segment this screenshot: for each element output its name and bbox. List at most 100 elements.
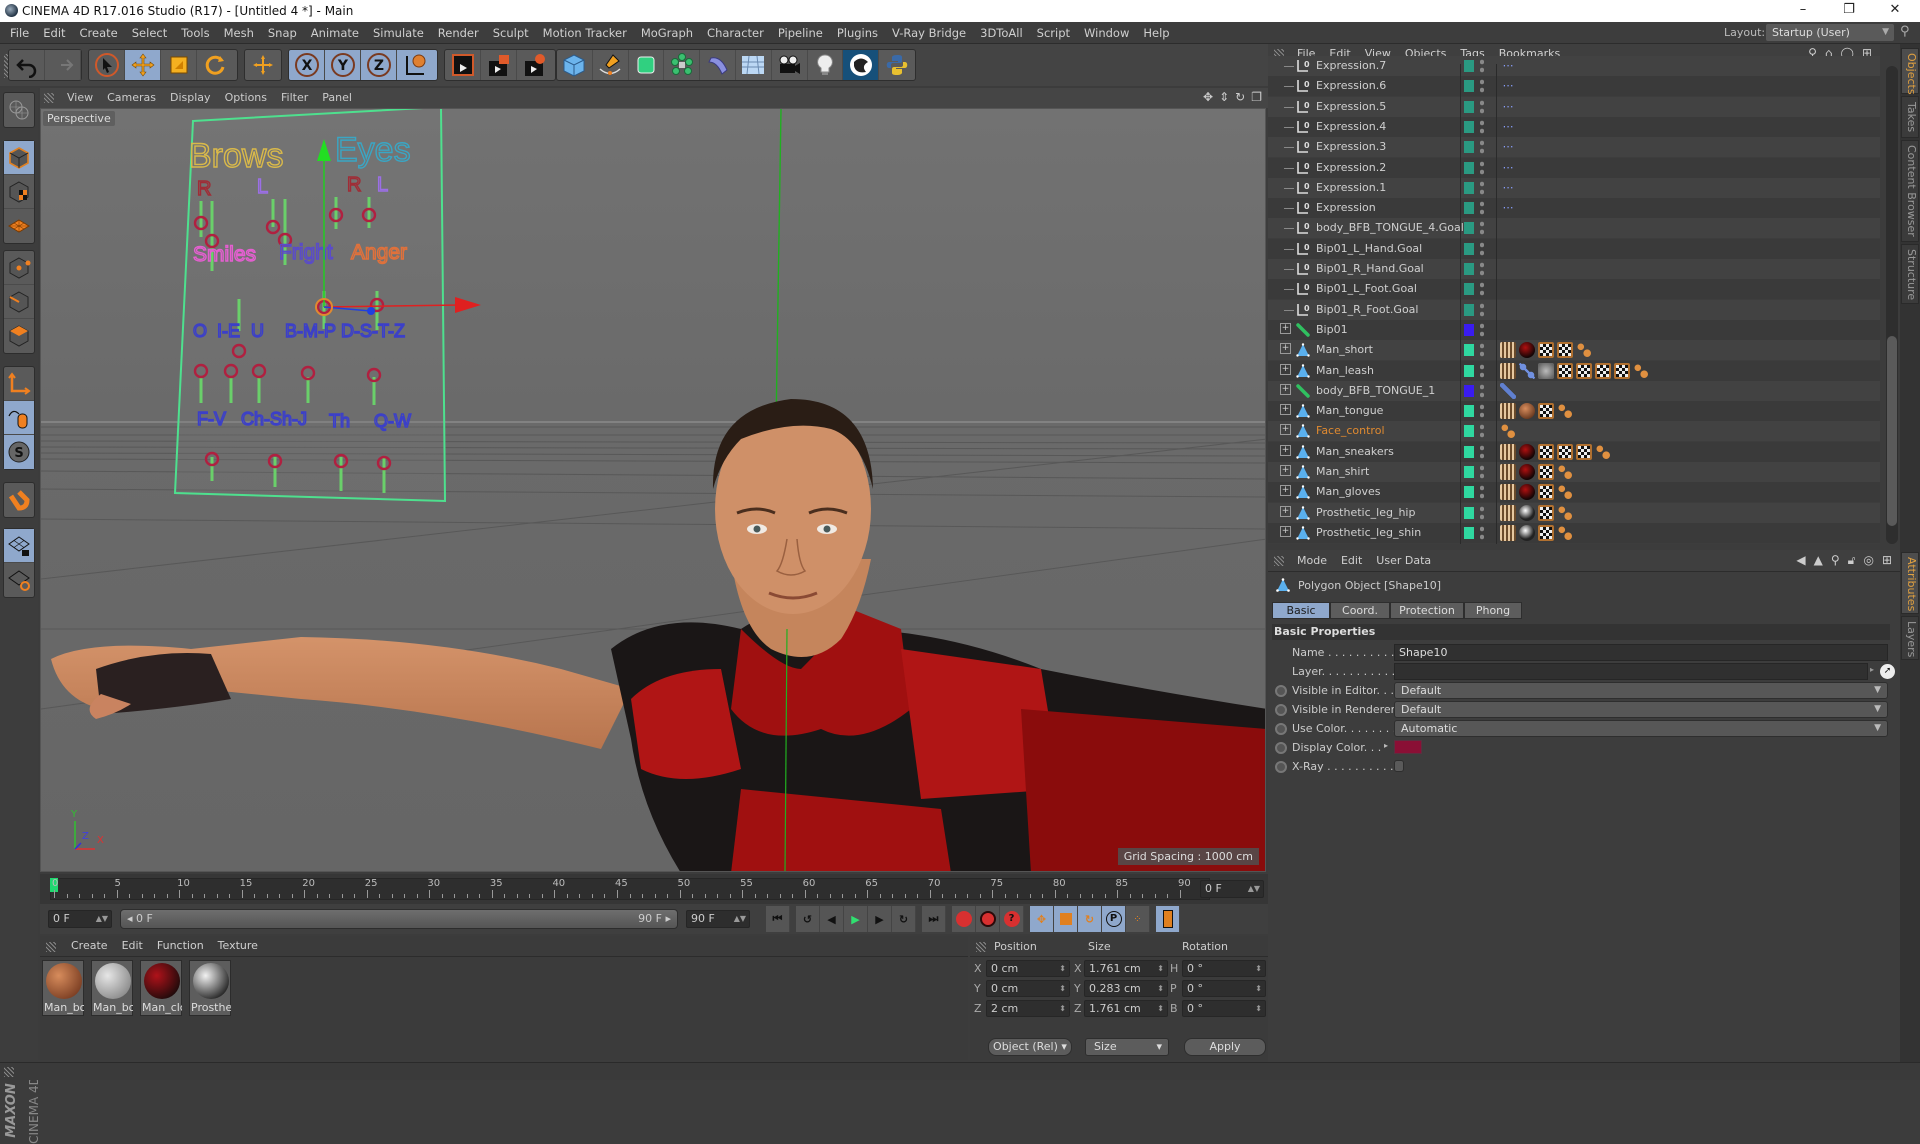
object-row[interactable]: 0 body_BFB_TONGUE_4.Goal <box>1268 218 1880 239</box>
zoom-view-icon[interactable]: ⇕ <box>1219 90 1229 104</box>
layer-color-swatch[interactable] <box>1464 384 1474 397</box>
weight-tag-icon[interactable] <box>1557 403 1573 420</box>
expand-toggle-icon[interactable]: + <box>1280 505 1291 517</box>
object-name[interactable]: Expression.3 <box>1316 140 1386 153</box>
viewport-menu-cameras[interactable]: Cameras <box>100 88 163 108</box>
search-icon[interactable]: ⚲ <box>1831 553 1840 568</box>
object-name[interactable]: body_BFB_TONGUE_4.Goal <box>1316 221 1464 234</box>
tex-tag-icon[interactable] <box>1557 342 1573 359</box>
object-row[interactable]: + Man_leash <box>1268 360 1880 381</box>
viewport-menu-filter[interactable]: Filter <box>274 88 315 108</box>
timeline-ruler[interactable]: 0 5 10 15 20 25 30 35 40 45 50 55 60 65 70 75 80 85 90 0 F… <box>40 874 1268 904</box>
visibility-toggle-icon[interactable] <box>1480 58 1484 74</box>
object-name[interactable]: body_BFB_TONGUE_1 <box>1316 384 1435 397</box>
x-axis-lock-button[interactable]: X <box>289 50 325 80</box>
visibility-toggle-icon[interactable] <box>1480 159 1484 176</box>
layer-field[interactable] <box>1394 663 1868 680</box>
record-button[interactable] <box>952 906 976 932</box>
object-name[interactable]: Man_tongue <box>1316 404 1383 417</box>
object-row[interactable]: 0 Expression.4 ⋯< <box>1268 116 1880 149</box>
xpresso-tag-icon[interactable]: ⋯< <box>1500 78 1516 108</box>
ik-tag-icon[interactable] <box>1519 362 1535 379</box>
attributes-menu-edit[interactable]: Edit <box>1334 550 1369 572</box>
tex-tag-icon[interactable] <box>1538 443 1554 460</box>
object-row[interactable]: + Man_gloves <box>1268 482 1880 503</box>
move-alt-button[interactable] <box>245 50 281 80</box>
phong-tag-icon[interactable] <box>1500 524 1516 541</box>
visibility-toggle-icon[interactable] <box>1480 382 1484 399</box>
mat-red-tag-icon[interactable] <box>1519 484 1535 501</box>
object-row[interactable]: + Man_short <box>1268 340 1880 361</box>
phong-tag-icon[interactable] <box>1500 362 1516 379</box>
menu-tools[interactable]: Tools <box>174 22 216 44</box>
layer-color-swatch[interactable] <box>1464 506 1474 519</box>
close-button[interactable]: ✕ <box>1872 0 1918 22</box>
visibility-toggle-icon[interactable] <box>1480 443 1484 460</box>
size-x-field[interactable]: 1.761 cm ⬍ <box>1084 960 1168 977</box>
visibility-toggle-icon[interactable] <box>1480 240 1484 257</box>
render-view-button[interactable] <box>445 50 481 80</box>
coordinate-mode-select[interactable]: Object (Rel) ▾ <box>988 1038 1072 1056</box>
expand-toggle-icon[interactable]: + <box>1280 424 1291 436</box>
column-divider[interactable] <box>1496 64 1497 544</box>
next-frame-button[interactable]: ▶ <box>868 906 892 932</box>
object-row[interactable]: 0 Bip01_L_Hand.Goal <box>1268 238 1880 259</box>
weight-tag-icon[interactable] <box>1595 443 1611 460</box>
rotation-h-field[interactable]: 0 ° ⬍ <box>1182 960 1266 977</box>
key-scale-button[interactable] <box>1054 906 1078 932</box>
animate-radio[interactable] <box>1275 742 1287 754</box>
expand-toggle-icon[interactable]: + <box>1280 343 1291 355</box>
phong-tag-icon[interactable] <box>1500 443 1516 460</box>
layer-color-swatch[interactable] <box>1464 202 1474 215</box>
expand-toggle-icon[interactable]: + <box>1280 322 1291 334</box>
key-position-button[interactable]: ✥ <box>1030 906 1054 932</box>
visibility-toggle-icon[interactable] <box>1480 403 1484 420</box>
mat-bw-tag-icon[interactable] <box>1519 504 1535 521</box>
xpresso-tag-icon[interactable]: ⋯< <box>1500 58 1516 88</box>
animate-radio[interactable] <box>1275 704 1287 716</box>
weight-tag-icon[interactable] <box>1557 484 1573 501</box>
viewport-menu-options[interactable]: Options <box>218 88 274 108</box>
material-menu-edit[interactable]: Edit <box>115 936 150 956</box>
python-button[interactable] <box>879 50 915 80</box>
status-grip[interactable] <box>4 1067 14 1077</box>
visibility-toggle-icon[interactable] <box>1480 342 1484 359</box>
material-menu-texture[interactable]: Texture <box>211 936 265 956</box>
position-x-field[interactable]: 0 cm ⬍ <box>986 960 1070 977</box>
tex-tag-icon[interactable] <box>1538 484 1554 501</box>
object-row[interactable]: 0 Expression.1 ⋯< <box>1268 177 1880 210</box>
apply-button[interactable]: Apply <box>1184 1038 1266 1056</box>
ik-tag-tag-icon[interactable] <box>1500 382 1516 399</box>
position-y-field[interactable]: 0 cm ⬍ <box>986 980 1070 997</box>
layer-color-swatch[interactable] <box>1464 283 1474 296</box>
visibility-toggle-icon[interactable] <box>1480 179 1484 196</box>
xray-checkbox[interactable] <box>1394 760 1404 772</box>
new-panel-icon[interactable]: ⊞ <box>1882 553 1892 568</box>
layer-color-swatch[interactable] <box>1464 425 1474 438</box>
object-row[interactable]: 0 Expression ⋯< <box>1268 198 1880 230</box>
spline-pen-button[interactable] <box>593 50 629 80</box>
layer-color-swatch[interactable] <box>1464 323 1474 336</box>
rotation-b-field[interactable]: 0 ° ⬍ <box>1182 1000 1266 1017</box>
minimize-button[interactable]: – <box>1780 0 1826 22</box>
lock-icon[interactable]: 🔓︎ <box>1848 553 1856 568</box>
layer-color-swatch[interactable] <box>1464 161 1474 174</box>
xpresso-tag-icon[interactable]: ⋯< <box>1500 139 1516 169</box>
object-name[interactable]: Face_control <box>1316 424 1385 437</box>
object-row[interactable]: 0 Bip01_R_Foot.Goal <box>1268 299 1880 320</box>
object-name[interactable]: Expression <box>1316 201 1376 214</box>
deformer-button[interactable] <box>700 50 736 80</box>
layer-color-swatch[interactable] <box>1464 405 1474 418</box>
previous-key-button[interactable]: ↺ <box>796 906 820 932</box>
weight-tag-icon[interactable] <box>1557 464 1573 480</box>
menu-mesh[interactable]: Mesh <box>217 22 261 44</box>
maximize-button[interactable]: ❐ <box>1826 0 1872 22</box>
weight-tag-icon[interactable] <box>1557 524 1573 541</box>
xpresso-tag-icon[interactable]: ⋯< <box>1500 119 1516 149</box>
timeline-button[interactable] <box>1156 906 1180 932</box>
previous-frame-button[interactable]: ◀ <box>820 906 844 932</box>
render-picture-viewer-button[interactable] <box>481 50 517 80</box>
pan-view-icon[interactable]: ✥ <box>1203 90 1213 104</box>
menu-sculpt[interactable]: Sculpt <box>486 22 536 44</box>
menu-script[interactable]: Script <box>1030 22 1077 44</box>
